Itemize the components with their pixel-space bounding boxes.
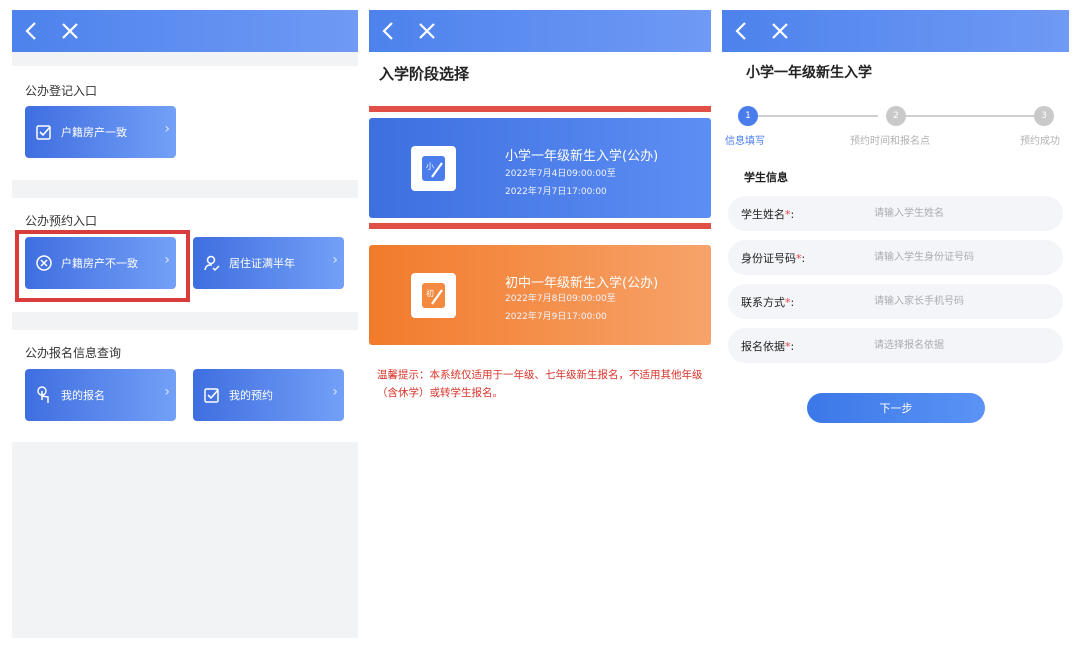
card-date-end: 2022年7月7日17:00:00 [505,187,607,197]
basis-select[interactable] [874,336,1054,355]
close-icon[interactable] [415,19,439,43]
section-title: 公办登记入口 [25,84,98,98]
step-connector [906,115,1034,117]
tile-my-registration[interactable]: 我的报名 › [25,369,176,421]
top-bar [12,10,358,52]
step-connector [758,115,878,117]
basis-row: 报名依据*: [728,328,1063,363]
close-icon[interactable] [58,19,82,43]
step-3-indicator: 3 [1034,106,1054,126]
section-title: 公办报名信息查询 [25,346,122,360]
registration-section: 公办登记入口 户籍房产一致 › [12,66,358,180]
chevron-right-icon: › [332,252,338,268]
contact-row: 联系方式*: [728,284,1063,319]
registration-form-panel: 小学一年级新生入学 1 2 3 信息填写 预约时间和报名点 预约成功 学生信息 … [722,10,1069,638]
tile-residence-permit[interactable]: 居住证满半年 › [193,237,344,289]
step-1-label: 信息填写 [725,136,765,147]
step-2-indicator: 2 [886,106,906,126]
section-title: 学生信息 [744,171,788,184]
card-date-end: 2022年7月9日17:00:00 [505,312,607,322]
top-bar [369,10,711,52]
id-number-input[interactable] [874,248,1054,267]
id-number-row: 身份证号码*: [728,240,1063,275]
step-2-label: 预约时间和报名点 [850,136,930,147]
tile-label: 我的预约 [229,389,273,402]
chevron-right-icon: › [332,384,338,400]
notice-text: 温馨提示：本系统仅适用于一年级、七年级新生报名，不适用其他年级（含休学）或转学生… [377,369,703,399]
chevron-right-icon: › [164,384,170,400]
student-name-row: 学生姓名*: [728,196,1063,231]
card-title: 初中一年级新生入学(公办) [505,276,659,291]
field-label: 联系方式*: [741,296,795,309]
field-label: 报名依据*: [741,340,795,353]
pencil-badge-icon: 初 [411,273,456,318]
chevron-right-icon: › [164,121,170,137]
pencil-badge-icon: 小 [411,146,456,191]
tile-label: 居住证满半年 [229,257,295,270]
close-icon[interactable] [768,19,792,43]
svg-text:初: 初 [426,288,434,298]
highlight-box [15,230,190,302]
card-date-start: 2022年7月8日09:00:00至 [505,294,616,304]
step-1-indicator: 1 [738,106,758,126]
checkbox-icon [35,123,53,141]
page-title: 小学一年级新生入学 [746,65,872,81]
next-button[interactable]: 下一步 [807,393,985,423]
tile-household-property-consistent[interactable]: 户籍房产一致 › [25,106,176,158]
tile-my-reservation[interactable]: 我的预约 › [193,369,344,421]
stage-card-middle[interactable]: 初 初中一年级新生入学(公办) 2022年7月8日09:00:00至 2022年… [369,245,711,345]
contact-input[interactable] [874,292,1054,311]
back-icon[interactable] [377,19,399,43]
card-title: 小学一年级新生入学(公办) [505,149,659,164]
field-label: 学生姓名*: [741,208,795,221]
student-name-input[interactable] [874,204,1054,223]
card-date-start: 2022年7月4日09:00:00至 [505,169,616,179]
back-icon[interactable] [730,19,752,43]
section-title: 公办预约入口 [25,214,98,228]
entry-panel: 公办登记入口 户籍房产一致 › 公办预约入口 户籍房产不一致 › 居住证满半年 … [12,10,358,638]
touch-icon [35,386,53,404]
back-icon[interactable] [20,19,42,43]
field-label: 身份证号码*: [741,252,806,265]
tile-label: 我的报名 [61,389,105,402]
person-check-icon [203,254,221,272]
tile-label: 户籍房产一致 [61,126,127,139]
query-section: 公办报名信息查询 我的报名 › 我的预约 › [12,330,358,442]
highlight-bar [369,223,711,229]
top-bar [722,10,1069,52]
highlight-bar [369,106,711,112]
step-3-label: 预约成功 [1020,136,1060,147]
checkbox-icon [203,386,221,404]
page-title: 入学阶段选择 [379,65,470,83]
stage-card-primary[interactable]: 小 小学一年级新生入学(公办) 2022年7月4日09:00:00至 2022年… [369,118,711,218]
svg-text:小: 小 [426,162,434,171]
stage-select-panel: 入学阶段选择 小 小学一年级新生入学(公办) 2022年7月4日09:00:00… [369,10,711,638]
